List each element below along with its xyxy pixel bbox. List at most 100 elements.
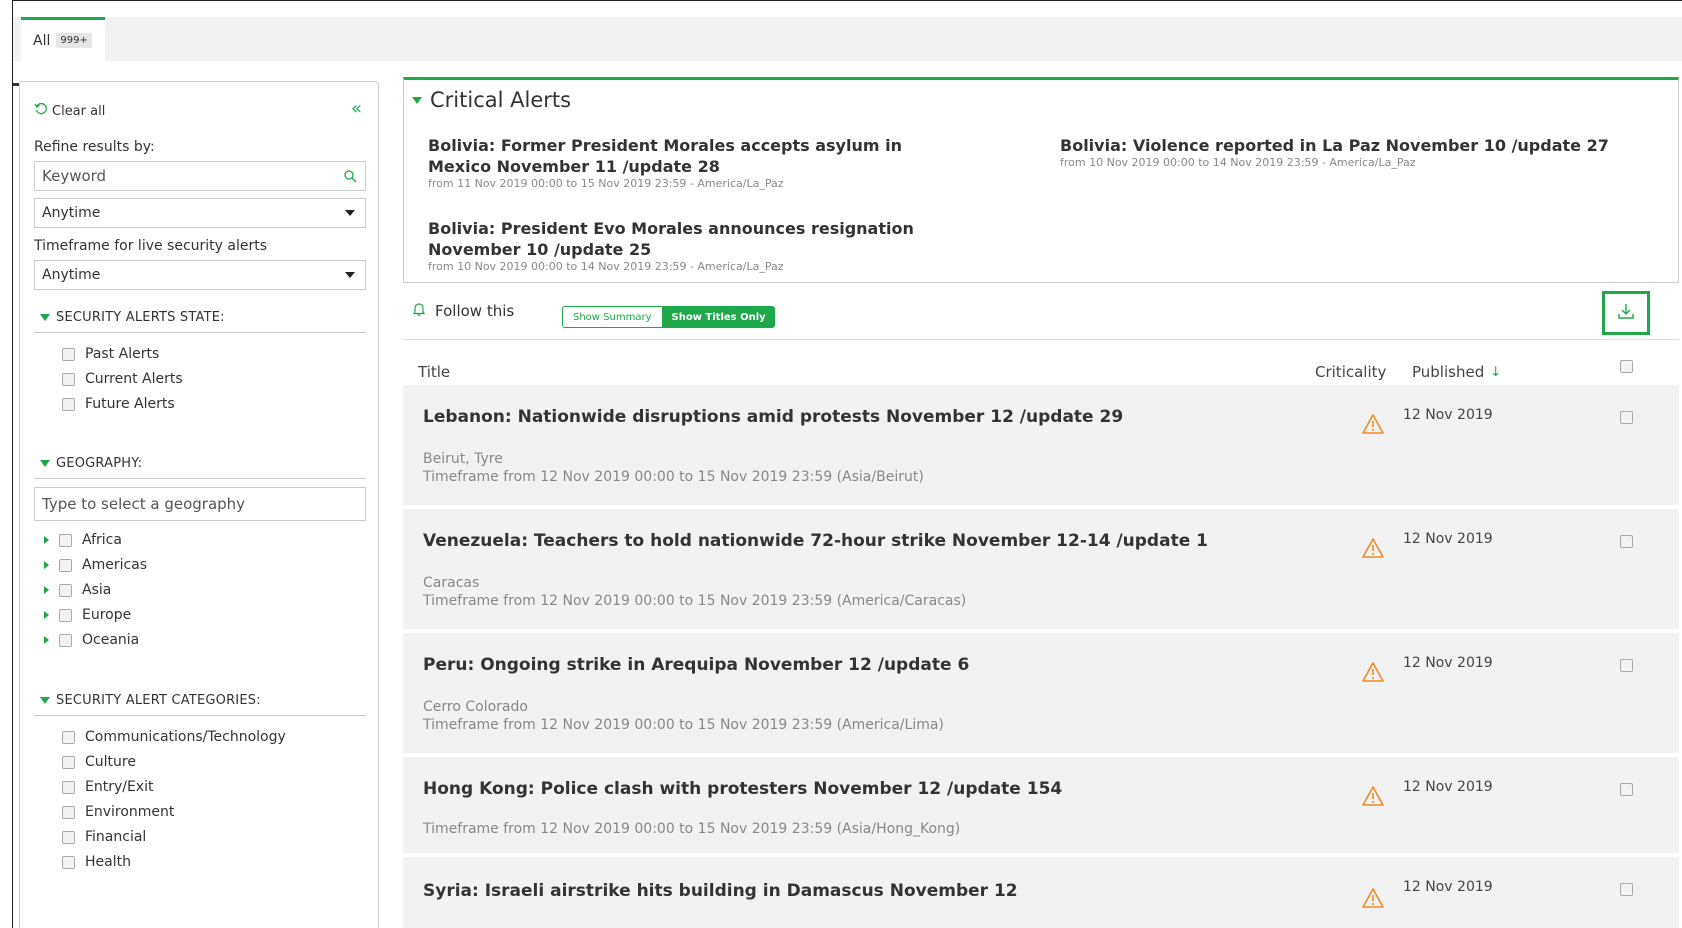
checkbox[interactable] [62, 755, 75, 769]
critical-alert-title[interactable]: Bolivia: Violence reported in La Paz Nov… [1060, 135, 1660, 156]
critical-alert-title[interactable]: Bolivia: Former President Morales accept… [428, 135, 968, 177]
expand-icon[interactable] [44, 636, 49, 644]
column-published[interactable]: Published ↓ [1412, 363, 1501, 381]
checkbox[interactable] [62, 855, 75, 869]
category-label: Health [85, 854, 131, 870]
alert-title[interactable]: Syria: Israeli airstrike hits building i… [423, 881, 1018, 901]
checkbox[interactable] [59, 608, 72, 622]
critical-alerts-toggle[interactable]: Critical Alerts [412, 88, 571, 112]
follow-button[interactable]: Follow this [411, 301, 514, 321]
checkbox[interactable] [62, 780, 75, 794]
alert-title[interactable]: Hong Kong: Police clash with protesters … [423, 779, 1062, 799]
checkbox[interactable] [59, 633, 72, 647]
table-row[interactable]: Venezuela: Teachers to hold nationwide 7… [403, 509, 1679, 633]
category-label: Communications/Technology [85, 729, 286, 745]
critical-alert-item[interactable]: Bolivia: President Evo Morales announces… [428, 218, 968, 274]
geo-item-americas[interactable]: Americas [44, 557, 147, 573]
select-all-checkbox[interactable] [1620, 360, 1633, 373]
checkbox[interactable] [59, 533, 72, 547]
checkbox[interactable] [62, 397, 75, 411]
checkbox[interactable] [59, 558, 72, 572]
alert-date: 12 Nov 2019 [1403, 655, 1493, 671]
state-option-future[interactable]: Future Alerts [62, 396, 175, 412]
geo-item-asia[interactable]: Asia [44, 582, 111, 598]
state-option-label: Current Alerts [85, 371, 183, 387]
refine-label: Refine results by: [34, 139, 155, 155]
critical-alert-timeframe: from 10 Nov 2019 00:00 to 14 Nov 2019 23… [1060, 156, 1416, 169]
alert-date: 12 Nov 2019 [1403, 407, 1493, 423]
warning-icon [1361, 661, 1385, 687]
critical-alert-item[interactable]: Bolivia: Violence reported in La Paz Nov… [1060, 135, 1660, 170]
geography-input[interactable]: Type to select a geography [34, 487, 366, 521]
expand-icon[interactable] [44, 611, 49, 619]
category-option[interactable]: Communications/Technology [62, 729, 286, 745]
triangle-down-icon [412, 96, 422, 104]
state-option-current[interactable]: Current Alerts [62, 371, 183, 387]
critical-alert-title[interactable]: Bolivia: President Evo Morales announces… [428, 218, 968, 260]
follow-label: Follow this [435, 302, 515, 320]
table-row[interactable]: Hong Kong: Police clash with protesters … [403, 757, 1679, 857]
geo-item-africa[interactable]: Africa [44, 532, 122, 548]
column-title: Title [418, 363, 451, 381]
geo-item-oceania[interactable]: Oceania [44, 632, 139, 648]
alert-date: 12 Nov 2019 [1403, 779, 1493, 795]
filter-sidebar: Clear all « Refine results by: Keyword A… [19, 81, 379, 928]
search-icon[interactable] [343, 169, 357, 187]
checkbox[interactable] [59, 583, 72, 597]
chevron-down-icon [345, 272, 355, 278]
geo-item-europe[interactable]: Europe [44, 607, 131, 623]
category-option[interactable]: Financial [62, 829, 146, 845]
time-select-value: Anytime [42, 205, 101, 221]
categories-heading: SECURITY ALERT CATEGORIES: [56, 693, 261, 708]
state-option-past[interactable]: Past Alerts [62, 346, 159, 362]
time-select[interactable]: Anytime [34, 198, 366, 228]
geo-item-label: Oceania [82, 632, 140, 648]
category-label: Culture [85, 754, 136, 770]
critical-alert-item[interactable]: Bolivia: Former President Morales accept… [428, 135, 968, 191]
show-titles-only-button[interactable]: Show Titles Only [662, 306, 775, 328]
chevron-down-icon [345, 210, 355, 216]
categories-section-toggle[interactable]: SECURITY ALERT CATEGORIES: [40, 693, 261, 708]
row-checkbox[interactable] [1620, 883, 1633, 896]
checkbox[interactable] [62, 805, 75, 819]
row-checkbox[interactable] [1620, 783, 1633, 796]
geo-section-toggle[interactable]: GEOGRAPHY: [40, 456, 142, 471]
checkbox[interactable] [62, 347, 75, 361]
alert-title[interactable]: Venezuela: Teachers to hold nationwide 7… [423, 531, 1208, 551]
column-criticality[interactable]: Criticality [1315, 363, 1386, 381]
timeframe-select-value: Anytime [42, 267, 101, 283]
alert-timeframe: Timeframe from 12 Nov 2019 00:00 to 15 N… [423, 717, 944, 733]
category-option[interactable]: Health [62, 854, 131, 870]
row-checkbox[interactable] [1620, 535, 1633, 548]
state-section-toggle[interactable]: SECURITY ALERTS STATE: [40, 310, 225, 325]
checkbox[interactable] [62, 730, 75, 744]
tab-all[interactable]: All 999+ [21, 17, 105, 61]
geo-item-label: Asia [82, 582, 112, 598]
geo-item-label: Americas [82, 557, 148, 573]
table-row[interactable]: Lebanon: Nationwide disruptions amid pro… [403, 385, 1679, 509]
timeframe-select[interactable]: Anytime [34, 260, 366, 290]
checkbox[interactable] [62, 372, 75, 386]
category-option[interactable]: Culture [62, 754, 136, 770]
expand-icon[interactable] [44, 536, 49, 544]
download-button[interactable] [1602, 291, 1650, 335]
row-checkbox[interactable] [1620, 659, 1633, 672]
column-published-label: Published [1412, 363, 1485, 381]
clear-all-button[interactable]: Clear all [34, 102, 105, 120]
row-checkbox[interactable] [1620, 411, 1633, 424]
collapse-sidebar-icon[interactable]: « [351, 98, 362, 119]
table-row[interactable]: Peru: Ongoing strike in Arequipa Novembe… [403, 633, 1679, 757]
category-option[interactable]: Entry/Exit [62, 779, 153, 795]
category-option[interactable]: Environment [62, 804, 174, 820]
keyword-input[interactable]: Keyword [34, 161, 366, 191]
table-row[interactable]: Syria: Israeli airstrike hits building i… [403, 857, 1679, 928]
alert-title[interactable]: Lebanon: Nationwide disruptions amid pro… [423, 407, 1123, 427]
checkbox[interactable] [62, 830, 75, 844]
expand-icon[interactable] [44, 561, 49, 569]
alert-title[interactable]: Peru: Ongoing strike in Arequipa Novembe… [423, 655, 969, 675]
expand-icon[interactable] [44, 586, 49, 594]
critical-alerts-heading: Critical Alerts [430, 88, 572, 112]
show-summary-button[interactable]: Show Summary [562, 306, 663, 328]
alert-timeframe: Timeframe from 12 Nov 2019 00:00 to 15 N… [423, 469, 924, 485]
alert-location: Caracas [423, 575, 480, 591]
